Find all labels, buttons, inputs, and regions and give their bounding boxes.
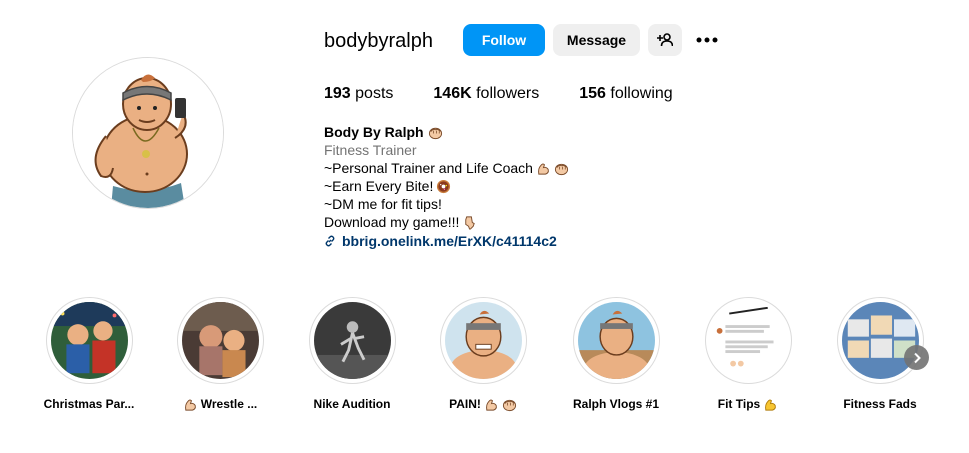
profile-username: bodybyralph [324, 30, 433, 52]
highlight-ring [439, 297, 527, 384]
more-options-button[interactable] [690, 24, 724, 56]
highlight-label: PAIN! [449, 396, 517, 412]
link-icon [325, 235, 335, 247]
fist-emoji-icon [428, 125, 443, 140]
bio-line-3: ~DM me for fit tips! [324, 195, 684, 213]
highlight-label: Nike Audition [313, 397, 391, 411]
highlight-item[interactable]: Fit Tips [688, 297, 808, 412]
highlight-ring [45, 297, 133, 384]
fist-emoji-icon [502, 397, 517, 412]
story-highlights: Christmas Par... Wrestle ... Nike Auditi… [0, 297, 969, 427]
highlight-label: Fit Tips [718, 396, 778, 412]
followers-count: 146K [433, 85, 472, 102]
following-label: following [610, 85, 673, 102]
bio-line-1: ~Personal Trainer and Life Coach [324, 159, 684, 177]
bio-line-3-text: ~DM me for fit tips! [324, 196, 442, 212]
wrestle-cover-icon [181, 302, 259, 379]
christmas-party-cover-icon [50, 302, 128, 379]
posts-label: posts [355, 85, 394, 102]
flexed-biceps-emoji-icon [183, 397, 198, 412]
highlight-item[interactable]: PAIN! [423, 297, 543, 412]
highlight-ring [572, 297, 660, 384]
message-button[interactable]: Message [553, 24, 640, 56]
profile-avatar[interactable] [72, 57, 224, 209]
highlight-ring [308, 297, 396, 384]
bio-line-4: Download my game!!! [324, 213, 684, 231]
following-count: 156 [579, 85, 606, 102]
flexed-biceps-emoji-icon [763, 397, 778, 412]
donut-emoji-icon [436, 179, 451, 194]
chevron-right-icon [913, 352, 921, 363]
bio-link[interactable]: bbrig.onelink.me/ErXK/c41114c2 [324, 232, 684, 250]
highlight-ring [836, 297, 924, 384]
highlight-label: Fitness Fads [843, 397, 917, 411]
more-dots-icon [696, 37, 718, 43]
profile-bio: Body By Ralph Fitness Trainer ~Personal … [324, 123, 684, 250]
bio-line-2: ~Earn Every Bite! [324, 177, 684, 195]
flexed-biceps-emoji-icon [484, 397, 499, 412]
highlight-item[interactable]: Wrestle ... [160, 297, 280, 412]
suggest-similar-button[interactable] [648, 24, 682, 56]
highlight-item[interactable]: Nike Audition [292, 297, 412, 412]
posts-stat: 193 posts [324, 84, 393, 104]
highlight-label: Wrestle ... [183, 396, 257, 412]
profile-stats: 193 posts 146K followers 156 following [324, 84, 713, 104]
bio-line-1-text: ~Personal Trainer and Life Coach [324, 160, 533, 176]
highlight-label: Ralph Vlogs #1 [572, 397, 660, 411]
highlights-next-button[interactable] [904, 345, 929, 370]
nike-audition-cover-icon [313, 302, 391, 379]
profile-category: Fitness Trainer [324, 142, 417, 158]
fit-tips-cover-icon [709, 302, 787, 379]
highlight-item[interactable]: Christmas Par... [29, 297, 149, 412]
bio-line-2-text: ~Earn Every Bite! [324, 178, 434, 194]
avatar-illustration [73, 58, 223, 208]
highlight-item[interactable]: Ralph Vlogs #1 [556, 297, 676, 412]
follow-button[interactable]: Follow [463, 24, 545, 56]
bio-link-text: bbrig.onelink.me/ErXK/c41114c2 [342, 233, 557, 249]
pointing-down-emoji-icon [462, 215, 477, 230]
display-name-row: Body By Ralph [324, 123, 684, 141]
fist-emoji-icon [554, 161, 569, 176]
pain-cover-icon [444, 302, 522, 379]
add-person-icon [657, 33, 673, 47]
followers-label: followers [476, 85, 540, 102]
highlight-ring [176, 297, 264, 384]
following-stat[interactable]: 156 following [579, 84, 672, 104]
ralph-vlogs-cover-icon [577, 302, 655, 379]
display-name: Body By Ralph [324, 124, 424, 140]
bio-line-4-text: Download my game!!! [324, 214, 460, 230]
posts-count: 193 [324, 85, 351, 102]
fitness-fads-cover-icon [841, 302, 919, 379]
highlight-label: Christmas Par... [43, 397, 135, 411]
flexed-biceps-emoji-icon [536, 161, 551, 176]
followers-stat[interactable]: 146K followers [433, 84, 539, 104]
highlight-ring [704, 297, 792, 384]
